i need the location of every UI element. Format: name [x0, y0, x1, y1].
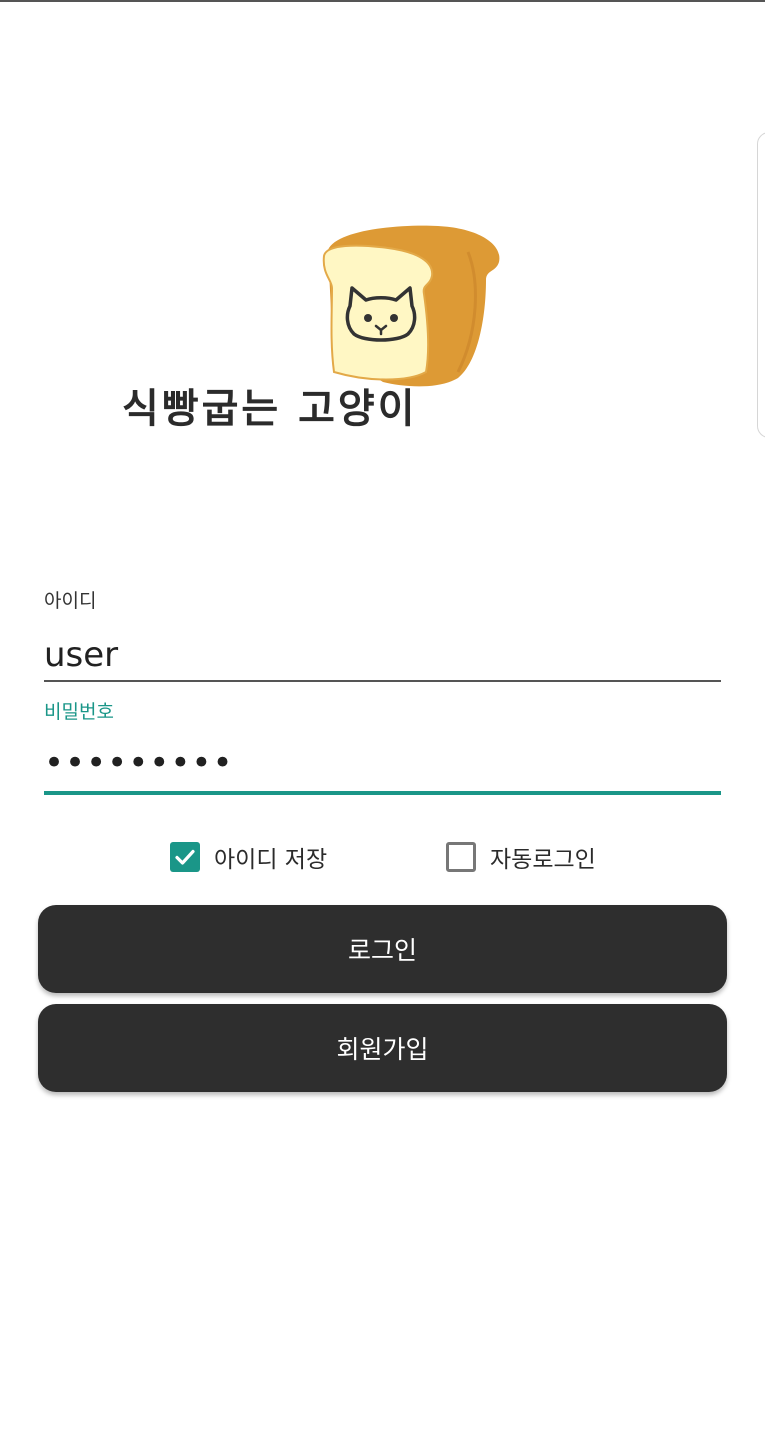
password-input-underline	[44, 791, 721, 795]
auto-login-option[interactable]: 자동로그인	[446, 838, 596, 876]
save-id-option[interactable]: 아이디 저장	[170, 838, 327, 876]
checkmark-icon	[175, 849, 195, 865]
password-field-label: 비밀번호	[44, 701, 114, 723]
status-bar-divider	[0, 0, 765, 2]
login-button[interactable]: 로그인	[38, 905, 727, 993]
login-screen: 식빵굽는 고양이 아이디 비밀번호 ••••••••• 아이디 저장 자동로그인…	[0, 0, 765, 1440]
auto-login-checkbox[interactable]	[446, 842, 476, 872]
id-input[interactable]	[44, 632, 720, 678]
app-logo-text: 식빵굽는 고양이	[122, 386, 418, 432]
login-button-label: 로그인	[347, 936, 417, 965]
save-id-checkbox[interactable]	[170, 842, 200, 872]
password-input[interactable]: •••••••••	[44, 738, 720, 788]
bread-cat-icon	[322, 225, 500, 387]
auto-login-label: 자동로그인	[490, 847, 596, 873]
save-id-label: 아이디 저장	[214, 847, 328, 873]
signup-button[interactable]: 회원가입	[38, 1004, 727, 1092]
edge-panel-handle[interactable]	[757, 132, 765, 438]
id-field-label: 아이디	[44, 590, 97, 612]
id-input-underline	[44, 680, 721, 682]
signup-button-label: 회원가입	[336, 1035, 429, 1064]
